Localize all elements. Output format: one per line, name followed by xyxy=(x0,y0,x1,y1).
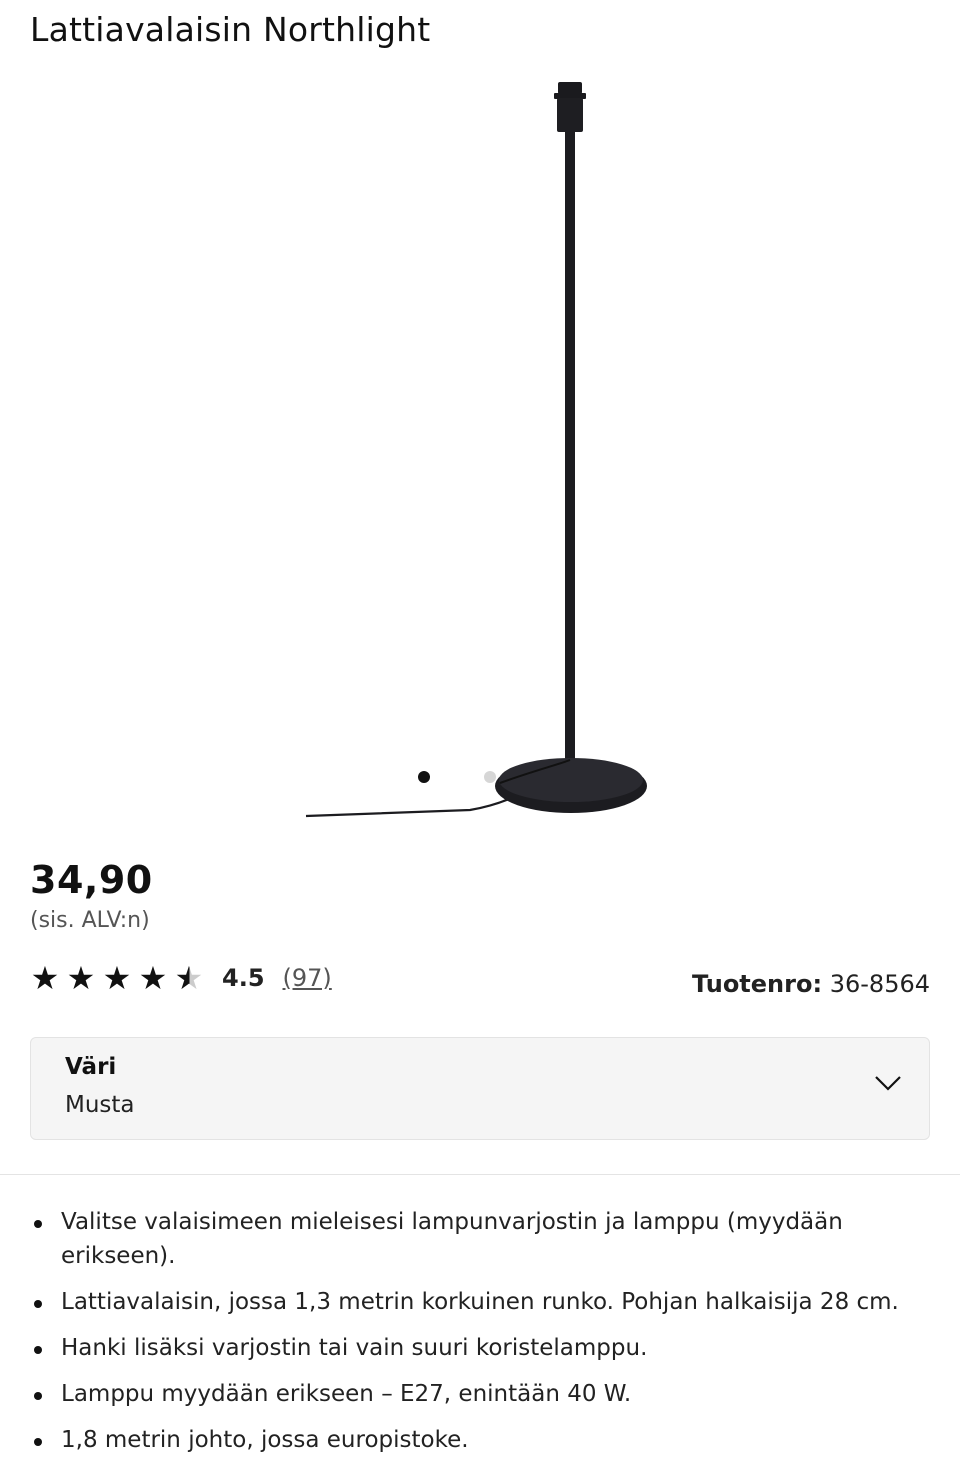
feature-item: Hanki lisäksi varjostin tai vain suuri k… xyxy=(30,1331,910,1365)
product-image-gallery[interactable] xyxy=(0,60,960,840)
article-number: Tuotenro: 36-8564 xyxy=(692,970,930,998)
color-select-label: Väri xyxy=(65,1054,117,1080)
chevron-down-icon xyxy=(875,1076,901,1091)
review-count-link[interactable]: (97) xyxy=(283,964,332,992)
gallery-dot-2[interactable] xyxy=(484,771,496,783)
product-price: 34,90 xyxy=(30,858,153,902)
rating-stars: ★ ★ ★ ★ ★ xyxy=(30,962,204,994)
vat-note: (sis. ALV:n) xyxy=(30,908,150,933)
article-number-label: Tuotenro: xyxy=(692,970,823,998)
color-select-value: Musta xyxy=(65,1092,135,1118)
floor-lamp-image xyxy=(305,82,647,818)
divider xyxy=(0,1174,960,1175)
rating-value: 4.5 xyxy=(222,964,265,992)
product-rating: ★ ★ ★ ★ ★ 4.5 (97) xyxy=(30,958,332,998)
product-title: Lattiavalaisin Northlight xyxy=(30,10,431,49)
star-icon: ★ xyxy=(66,959,96,997)
feature-list: Valitse valaisimeen mieleisesi lampunvar… xyxy=(30,1205,910,1469)
article-number-value: 36-8564 xyxy=(829,970,930,998)
star-icon: ★ xyxy=(138,959,168,997)
star-icon: ★ xyxy=(30,959,60,997)
feature-item: Lamppu myydään erikseen – E27, enintään … xyxy=(30,1377,910,1411)
feature-item: Lattiavalaisin, jossa 1,3 metrin korkuin… xyxy=(30,1285,910,1319)
feature-item: 1,8 metrin johto, jossa europistoke. xyxy=(30,1423,910,1457)
feature-item: Valitse valaisimeen mieleisesi lampunvar… xyxy=(30,1205,910,1273)
star-icon: ★ xyxy=(102,959,132,997)
star-half-icon: ★ xyxy=(174,959,204,997)
color-select[interactable]: Väri Musta xyxy=(30,1037,930,1140)
gallery-dot-1[interactable] xyxy=(418,771,430,783)
